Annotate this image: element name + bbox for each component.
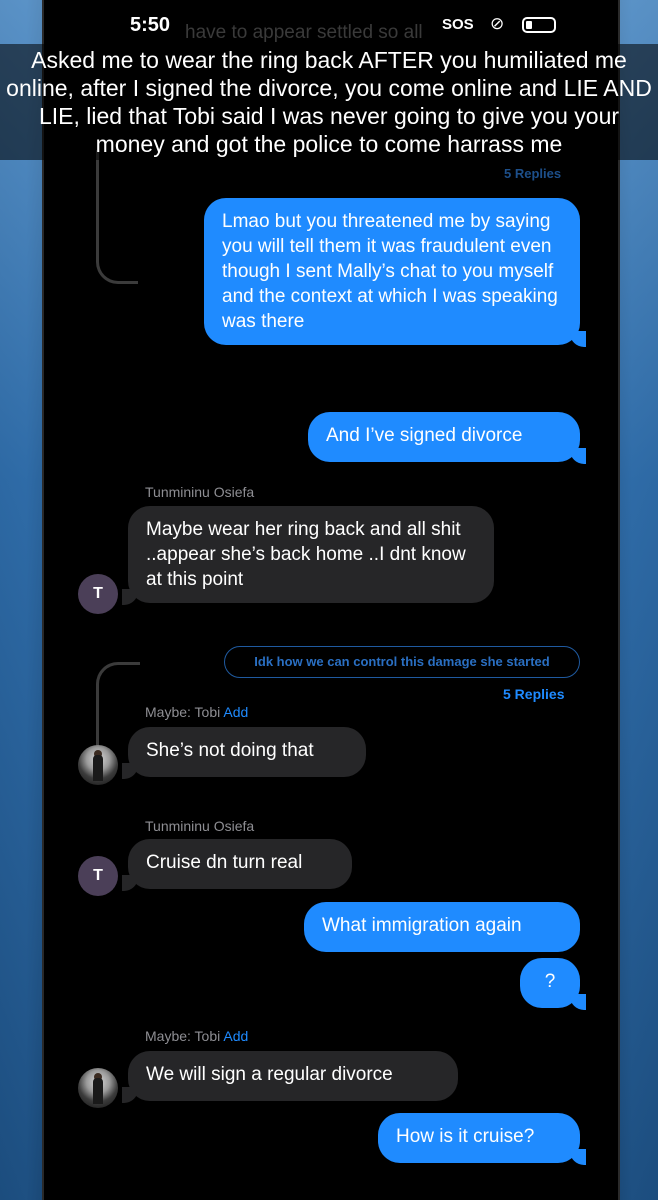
message-bubble-received[interactable]: We will sign a regular divorce bbox=[122, 1051, 458, 1103]
sender-name: Tunmininu Osiefa bbox=[145, 818, 255, 834]
thread-connector-line bbox=[96, 150, 138, 284]
message-bubble-received[interactable]: Cruise dn turn real bbox=[122, 839, 352, 891]
sender-name: Maybe: Tobi Add bbox=[145, 1028, 248, 1044]
sender-name-text: Maybe: Tobi bbox=[145, 1028, 221, 1044]
avatar[interactable]: T bbox=[78, 574, 118, 614]
avatar[interactable]: T bbox=[78, 856, 118, 896]
message-bubble-sent[interactable]: How is it cruise? bbox=[378, 1113, 586, 1165]
add-contact-link[interactable]: Add bbox=[223, 704, 248, 720]
overlay-caption: Asked me to wear the ring back AFTER you… bbox=[0, 44, 658, 160]
link-icon: ⊘ bbox=[490, 14, 505, 33]
message-bubble-received[interactable]: She’s not doing that bbox=[122, 727, 366, 779]
message-bubble-sent[interactable]: Lmao but you threatened me by saying you… bbox=[204, 198, 586, 347]
message-bubble-sent[interactable]: ? bbox=[520, 958, 586, 1010]
add-contact-link[interactable]: Add bbox=[223, 1028, 248, 1044]
sender-name: Maybe: Tobi Add bbox=[145, 704, 248, 720]
battery-icon bbox=[522, 17, 556, 33]
status-sos: SOS bbox=[442, 16, 474, 33]
thread-replies-link[interactable]: 5 Replies bbox=[503, 686, 564, 702]
status-time: 5:50 bbox=[130, 14, 171, 36]
sender-name-text: Maybe: Tobi bbox=[145, 704, 221, 720]
thread-reply-quote[interactable]: Idk how we can control this damage she s… bbox=[224, 646, 580, 678]
message-bubble-sent[interactable]: And I’ve signed divorce bbox=[308, 412, 586, 464]
scrolled-message-ghost: have to appear settled so all bbox=[185, 22, 423, 43]
message-bubble-received[interactable]: Maybe wear her ring back and all shit ..… bbox=[122, 506, 494, 605]
avatar[interactable] bbox=[78, 1068, 118, 1108]
sender-name: Tunmininu Osiefa bbox=[145, 484, 255, 500]
avatar[interactable] bbox=[78, 745, 118, 785]
ghost-replies-count: 5 Replies bbox=[504, 166, 562, 181]
message-bubble-sent[interactable]: What immigration again bbox=[304, 902, 580, 952]
